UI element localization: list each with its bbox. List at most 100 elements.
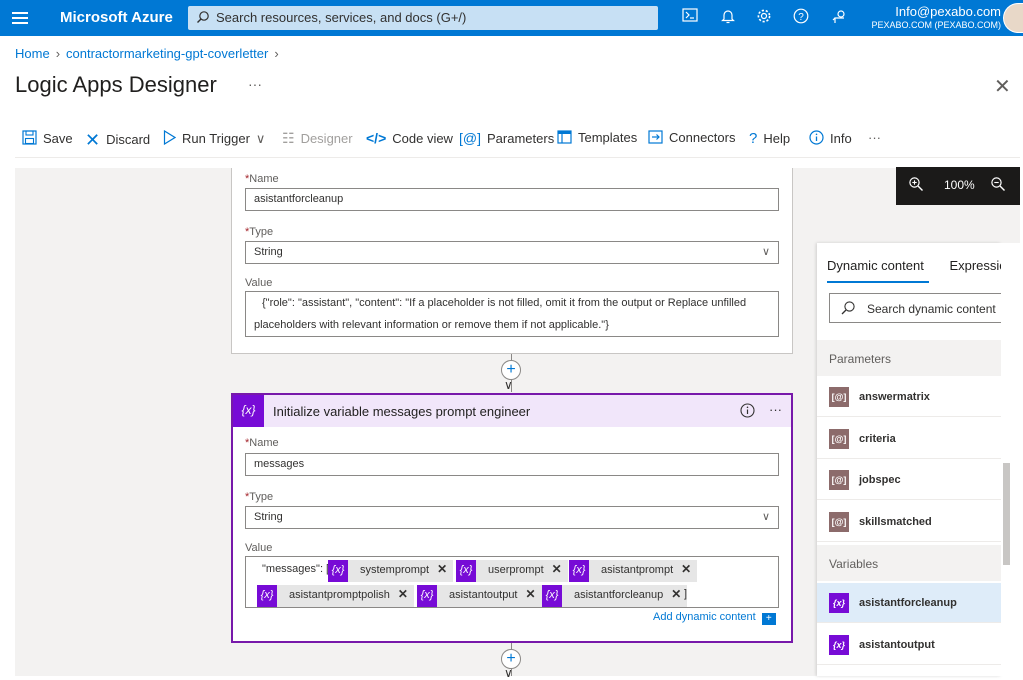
tab-dynamic-content[interactable]: Dynamic content <box>827 258 924 273</box>
top-bar: Microsoft Azure Search resources, servic… <box>0 0 1023 36</box>
token-asistantoutput[interactable]: {x} asistantoutput ✕ <box>417 585 542 607</box>
type-select-value: String <box>254 511 283 523</box>
value-suffix: ] <box>684 588 688 600</box>
value-prefix: "messages": [ <box>262 563 330 575</box>
variable-icon: {x} <box>233 395 264 427</box>
run-trigger-button[interactable]: Run Trigger ∨ <box>163 129 265 147</box>
zoom-level: 100% <box>944 178 975 192</box>
add-step-button[interactable]: + <box>501 360 521 380</box>
parameters-label: Parameters <box>487 131 555 146</box>
section-variables: Variables <box>817 545 1001 581</box>
close-icon[interactable]: ✕ <box>433 562 453 576</box>
token-label: systemprompt <box>360 564 430 576</box>
brand-name[interactable]: Microsoft Azure <box>60 9 173 26</box>
close-icon[interactable]: ✕ <box>677 562 697 576</box>
variable-icon: {x} <box>417 585 437 607</box>
breadcrumb-home[interactable]: Home <box>15 46 50 61</box>
value-field[interactable]: "messages": [ {x} systemprompt ✕ {x} userpr… <box>245 556 779 608</box>
type-select[interactable]: String ∨ <box>245 241 779 264</box>
token-asistantpromptpolish[interactable]: {x} asistantpromptpolish ✕ <box>257 585 414 607</box>
account-email: Info@pexabo.com <box>895 4 1001 19</box>
variable-icon: {x} <box>569 560 589 582</box>
panel-scrollbar[interactable] <box>1001 243 1023 676</box>
variable-icon: {x} <box>328 560 348 582</box>
templates-button[interactable]: Templates <box>557 130 637 145</box>
discard-button[interactable]: ✕ Discard <box>85 130 150 151</box>
account-tenant: PEXABO.COM (PEXABO.COM) <box>871 20 1001 30</box>
feedback-icon[interactable] <box>830 8 850 28</box>
more-options-icon[interactable]: ··· <box>248 76 262 92</box>
info-icon <box>809 130 824 145</box>
gear-icon[interactable] <box>754 8 774 28</box>
avatar[interactable] <box>1003 3 1023 33</box>
global-search-input[interactable]: Search resources, services, and docs (G+… <box>188 6 658 30</box>
token-systemprompt[interactable]: {x} systemprompt ✕ <box>328 560 454 582</box>
panel-tabs: Dynamic content Expression <box>827 258 1001 273</box>
help-icon[interactable]: ? <box>791 8 811 28</box>
code-view-button[interactable]: </> Code view <box>366 130 453 146</box>
token-label: asistantforcleanup <box>574 589 664 601</box>
designer-button[interactable]: ☷ Designer <box>282 130 353 147</box>
list-item-criteria[interactable]: [@] criteria <box>817 419 1001 459</box>
tab-expression[interactable]: Expression <box>949 258 1001 273</box>
value-field[interactable]: {"role": "assistant", "content": "If a p… <box>245 291 779 337</box>
list-item-asistantforcleanup[interactable]: {x} asistantforcleanup <box>817 583 1001 623</box>
search-placeholder: Search dynamic content <box>867 302 996 316</box>
code-icon: </> <box>366 130 387 146</box>
more-options-icon[interactable]: ··· <box>868 130 881 145</box>
card-header[interactable]: {x} Initialize variable messages prompt … <box>233 395 791 427</box>
cloud-shell-icon[interactable] <box>680 8 700 28</box>
list-item-label: skillsmatched <box>859 516 932 528</box>
scrollbar-thumb[interactable] <box>1003 463 1010 565</box>
list-item-answermatrix[interactable]: [@] answermatrix <box>817 377 1001 417</box>
connectors-button[interactable]: Connectors <box>648 130 735 145</box>
help-icon: ? <box>749 130 758 147</box>
parameters-icon: [@] <box>459 130 481 146</box>
type-select[interactable]: String ∨ <box>245 506 779 529</box>
help-button[interactable]: ? Help <box>749 130 790 147</box>
list-item-skillsmatched[interactable]: [@] skillsmatched <box>817 502 1001 542</box>
parameters-icon: [@] <box>829 470 849 490</box>
parameters-icon: [@] <box>829 512 849 532</box>
more-options-icon[interactable]: ··· <box>769 402 782 417</box>
token-asistantforcleanup[interactable]: {x} asistantforcleanup ✕ <box>542 585 688 607</box>
dynamic-content-search-input[interactable]: Search dynamic content <box>829 293 1001 323</box>
search-icon <box>841 301 855 315</box>
toolbar: Save ✕ Discard Run Trigger ∨ ☷ Designer </>… <box>0 124 1023 158</box>
token-label: asistantoutput <box>449 589 518 601</box>
name-field[interactable]: asistantforcleanup <box>245 188 779 211</box>
zoom-in-icon[interactable] <box>908 176 924 195</box>
list-item-label: criteria <box>859 433 896 445</box>
parameters-button[interactable]: [@] Parameters <box>459 130 554 146</box>
info-icon[interactable] <box>740 403 755 418</box>
save-label: Save <box>43 131 73 146</box>
list-item-asistantoutput[interactable]: {x} asistantoutput <box>817 625 1001 665</box>
value-line-2: placeholders with relevant information o… <box>254 319 609 331</box>
close-icon[interactable]: ✕ <box>522 587 542 601</box>
name-label: *Name <box>245 437 279 449</box>
token-userprompt[interactable]: {x} userprompt ✕ <box>456 560 568 582</box>
save-button[interactable]: Save <box>22 130 73 146</box>
token-asistantprompt[interactable]: {x} asistantprompt ✕ <box>569 560 698 582</box>
arrow-down-icon: ∨ <box>504 666 513 680</box>
arrow-down-icon: ∨ <box>504 378 513 392</box>
menu-icon[interactable] <box>12 9 28 27</box>
account-info[interactable]: Info@pexabo.com PEXABO.COM (PEXABO.COM) <box>871 4 1001 30</box>
designer-icon: ☷ <box>282 130 295 146</box>
list-item-jobspec[interactable]: [@] jobspec <box>817 460 1001 500</box>
bell-icon[interactable] <box>718 8 738 28</box>
close-icon[interactable]: ✕ <box>548 562 568 576</box>
zoom-out-icon[interactable] <box>990 176 1006 195</box>
discard-label: Discard <box>106 132 151 147</box>
list-item-label: asistantoutput <box>859 639 935 651</box>
variable-card-asistantforcleanup[interactable]: *Name asistantforcleanup *Type String ∨ V… <box>231 168 793 354</box>
close-icon[interactable]: ✕ <box>994 74 1011 99</box>
breadcrumb-item[interactable]: contractormarketing-gpt-coverletter <box>66 46 268 61</box>
name-field[interactable]: messages <box>245 453 779 476</box>
variable-card-messages[interactable]: {x} Initialize variable messages prompt … <box>231 393 793 643</box>
add-dynamic-content-link[interactable]: Add dynamic content + <box>653 611 776 625</box>
variable-icon: {x} <box>542 585 562 607</box>
info-button[interactable]: Info <box>809 130 852 146</box>
save-icon <box>22 130 37 145</box>
close-icon[interactable]: ✕ <box>394 587 414 601</box>
